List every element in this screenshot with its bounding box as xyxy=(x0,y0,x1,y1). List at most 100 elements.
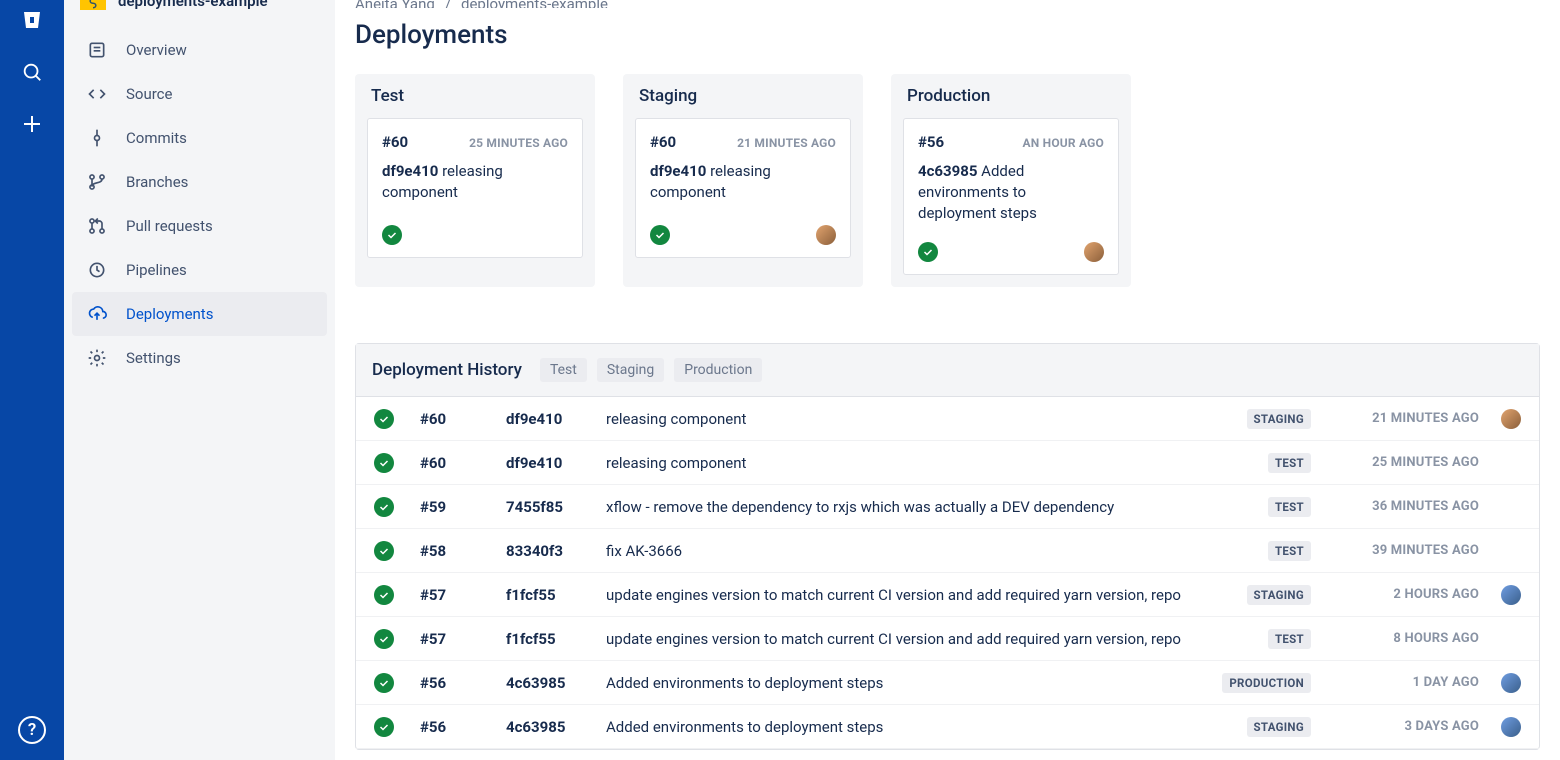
history-row[interactable]: #58 83340f3 fix AK-3666 TEST 39 MINUTES … xyxy=(356,529,1539,573)
environment-card[interactable]: Production #56 AN HOUR AGO 4c63985 Added… xyxy=(891,74,1131,287)
status-success-icon xyxy=(374,717,394,737)
commit-hash: 7455f85 xyxy=(506,498,606,516)
status-success-icon xyxy=(374,673,394,693)
environment-tag: TEST xyxy=(1268,541,1311,561)
environment-card[interactable]: Test #60 25 MINUTES AGO df9e410 releasin… xyxy=(355,74,595,287)
breadcrumb-repo[interactable]: deployments-example xyxy=(461,0,608,8)
breadcrumb-owner[interactable]: Aneita Yang xyxy=(355,0,435,8)
source-icon xyxy=(86,83,108,105)
history-row[interactable]: #57 f1fcf55 update engines version to ma… xyxy=(356,617,1539,661)
deployer-avatar[interactable] xyxy=(1084,242,1104,262)
deploy-relative-time: AN HOUR AGO xyxy=(1023,136,1104,150)
status-success-icon xyxy=(374,585,394,605)
sidebar-item-commits[interactable]: Commits xyxy=(72,116,327,160)
history-filter-chip[interactable]: Production xyxy=(674,358,762,382)
sidebar-item-label: Commits xyxy=(126,129,187,147)
sidebar-nav: Overview Source Commits Branches Pull re… xyxy=(64,10,335,380)
sidebar-item-branches[interactable]: Branches xyxy=(72,160,327,204)
status-success-icon xyxy=(374,541,394,561)
global-rail: ? xyxy=(0,0,64,760)
deploy-relative-time: 25 MINUTES AGO xyxy=(469,136,568,150)
help-icon[interactable]: ? xyxy=(18,716,46,744)
environment-tag: TEST xyxy=(1268,453,1311,473)
environment-card[interactable]: Staging #60 21 MINUTES AGO df9e410 relea… xyxy=(623,74,863,287)
deployer-avatar[interactable] xyxy=(1501,409,1521,429)
history-header: Deployment History Test Staging Production xyxy=(356,344,1539,397)
pull-request-icon xyxy=(86,215,108,237)
commit-message: update engines version to match current … xyxy=(606,586,1209,604)
commit-hash: f1fcf55 xyxy=(506,630,606,648)
sidebar-item-source[interactable]: Source xyxy=(72,72,327,116)
environment-tag: STAGING xyxy=(1247,409,1312,429)
environment-tag: PRODUCTION xyxy=(1222,673,1311,693)
history-row[interactable]: #56 4c63985 Added environments to deploy… xyxy=(356,661,1539,705)
history-filter-chip[interactable]: Staging xyxy=(597,358,664,382)
build-number: #56 xyxy=(420,718,506,736)
deploy-relative-time: 39 MINUTES AGO xyxy=(1329,543,1479,558)
history-title: Deployment History xyxy=(372,360,522,380)
bitbucket-logo-icon[interactable] xyxy=(12,0,52,40)
environment-cards: Test #60 25 MINUTES AGO df9e410 releasin… xyxy=(355,74,1540,287)
commit-message: Added environments to deployment steps xyxy=(606,718,1209,736)
commit-summary: df9e410 releasing component xyxy=(382,161,568,203)
status-success-icon xyxy=(382,225,402,245)
environment-card-body: #56 AN HOUR AGO 4c63985 Added environmen… xyxy=(903,118,1119,275)
sidebar: deployments-example Overview Source Comm… xyxy=(64,0,335,760)
sidebar-item-label: Deployments xyxy=(126,305,213,323)
commit-hash: df9e410 xyxy=(506,454,606,472)
build-number: #58 xyxy=(420,542,506,560)
sidebar-item-overview[interactable]: Overview xyxy=(72,28,327,72)
environment-card-body: #60 25 MINUTES AGO df9e410 releasing com… xyxy=(367,118,583,258)
sidebar-item-label: Overview xyxy=(126,41,187,59)
deployer-avatar[interactable] xyxy=(1501,717,1521,737)
deployer-avatar[interactable] xyxy=(816,225,836,245)
commit-hash: 4c63985 xyxy=(506,718,606,736)
history-row[interactable]: #60 df9e410 releasing component STAGING … xyxy=(356,397,1539,441)
commit-hash: 83340f3 xyxy=(506,542,606,560)
sidebar-item-label: Settings xyxy=(126,349,181,367)
commit-message: xflow - remove the dependency to rxjs wh… xyxy=(606,498,1209,516)
create-icon[interactable] xyxy=(12,104,52,144)
environment-name: Staging xyxy=(635,86,851,106)
deploy-relative-time: 25 MINUTES AGO xyxy=(1329,455,1479,470)
deploy-relative-time: 21 MINUTES AGO xyxy=(737,136,836,150)
status-success-icon xyxy=(918,242,938,262)
build-number: #59 xyxy=(420,498,506,516)
history-row[interactable]: #60 df9e410 releasing component TEST 25 … xyxy=(356,441,1539,485)
commit-message: releasing component xyxy=(606,454,1209,472)
deployer-avatar[interactable] xyxy=(1501,585,1521,605)
deployer-avatar[interactable] xyxy=(1501,673,1521,693)
overview-icon xyxy=(86,39,108,61)
sidebar-item-label: Pull requests xyxy=(126,217,213,235)
build-number: #57 xyxy=(420,630,506,648)
commit-message: Added environments to deployment steps xyxy=(606,674,1209,692)
sidebar-item-label: Source xyxy=(126,85,172,103)
sidebar-item-deployments[interactable]: Deployments xyxy=(72,292,327,336)
commits-icon xyxy=(86,127,108,149)
sidebar-item-settings[interactable]: Settings xyxy=(72,336,327,380)
deploy-relative-time: 36 MINUTES AGO xyxy=(1329,499,1479,514)
environment-card-body: #60 21 MINUTES AGO df9e410 releasing com… xyxy=(635,118,851,258)
build-number: #60 xyxy=(420,454,506,472)
status-success-icon xyxy=(374,497,394,517)
search-icon[interactable] xyxy=(12,52,52,92)
deployment-history: Deployment History Test Staging Production… xyxy=(355,343,1540,750)
sidebar-item-pipelines[interactable]: Pipelines xyxy=(72,248,327,292)
history-row[interactable]: #56 4c63985 Added environments to deploy… xyxy=(356,705,1539,749)
deploy-relative-time: 3 DAYS AGO xyxy=(1329,719,1479,734)
project-header[interactable]: deployments-example xyxy=(64,0,335,10)
history-row[interactable]: #59 7455f85 xflow - remove the dependenc… xyxy=(356,485,1539,529)
breadcrumb: Aneita Yang / deployments-example xyxy=(355,0,1540,8)
commit-message: update engines version to match current … xyxy=(606,630,1209,648)
sidebar-item-pull-requests[interactable]: Pull requests xyxy=(72,204,327,248)
project-icon xyxy=(80,0,106,10)
build-number: #56 xyxy=(420,674,506,692)
history-filter-chip[interactable]: Test xyxy=(540,358,587,382)
sidebar-item-label: Branches xyxy=(126,173,188,191)
status-success-icon xyxy=(374,629,394,649)
environment-tag: STAGING xyxy=(1247,585,1312,605)
history-row[interactable]: #57 f1fcf55 update engines version to ma… xyxy=(356,573,1539,617)
commit-hash: 4c63985 xyxy=(506,674,606,692)
build-number: #60 xyxy=(650,133,676,151)
environment-name: Production xyxy=(903,86,1119,106)
